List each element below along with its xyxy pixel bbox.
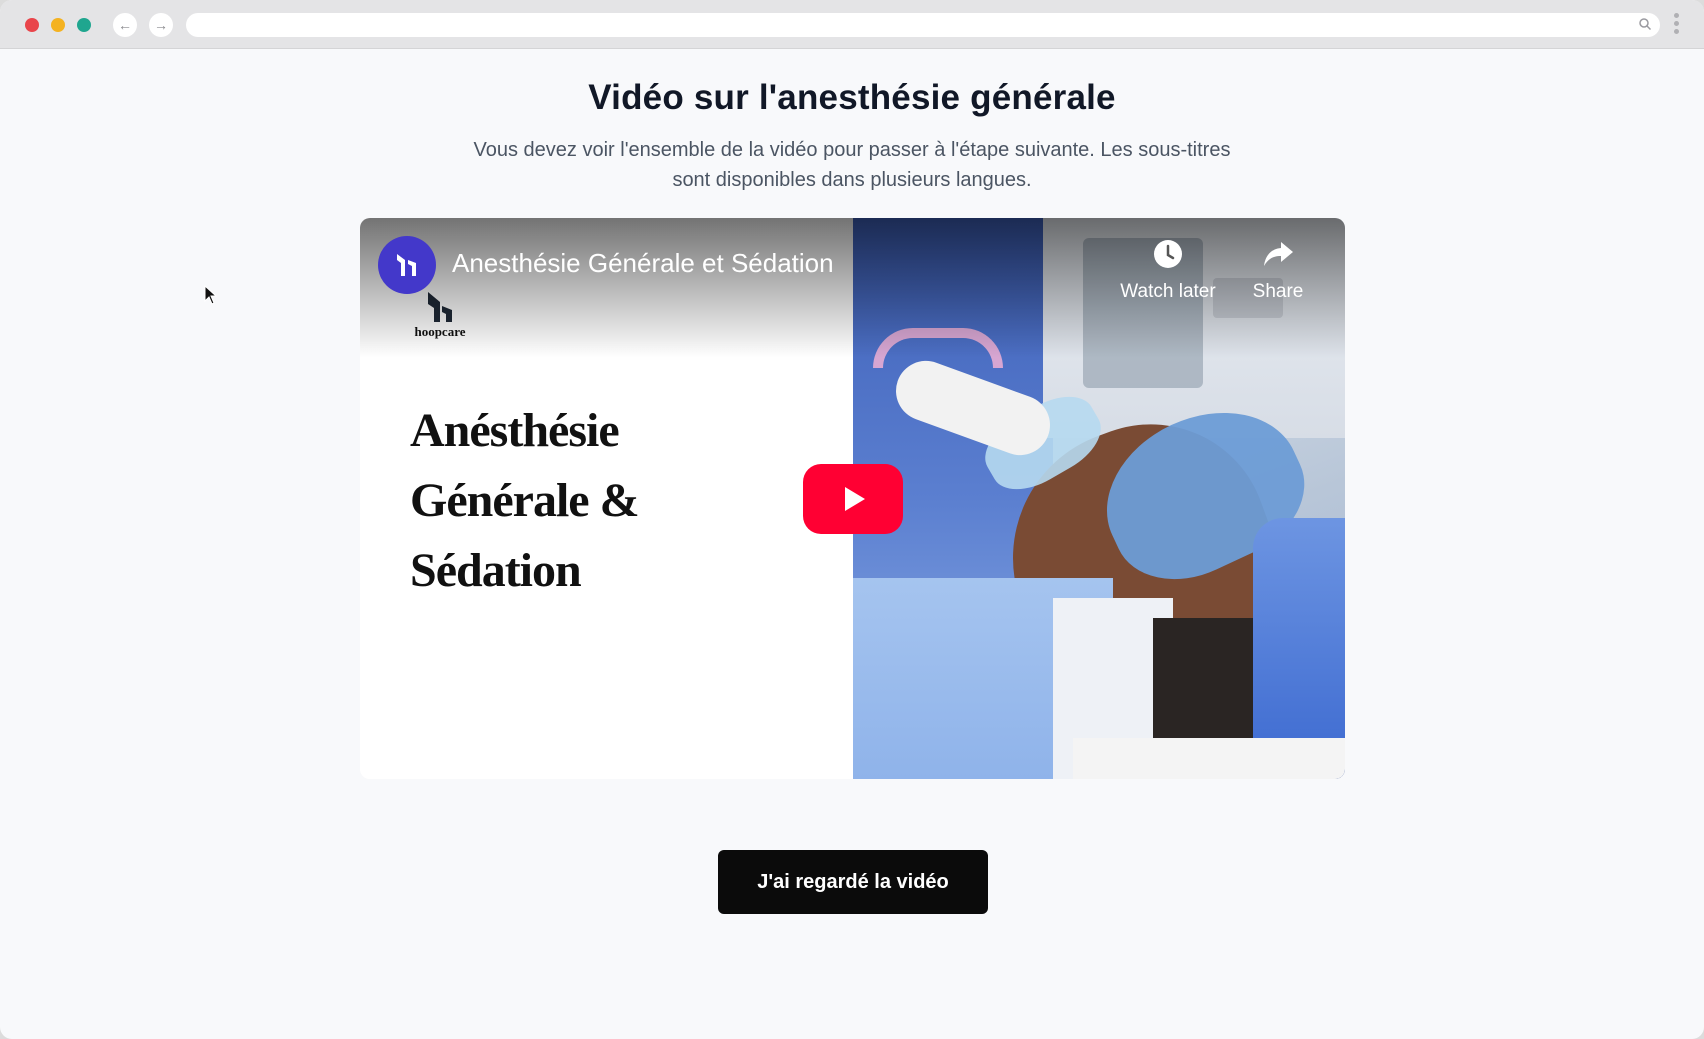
share-arrow-icon <box>1264 242 1293 266</box>
arrow-left-icon: ← <box>118 17 132 33</box>
thumbnail-title: Anésthésie Générale & Sédation <box>410 396 730 606</box>
play-button[interactable] <box>803 464 903 534</box>
close-window-button[interactable] <box>25 18 39 32</box>
video-watched-button[interactable]: J'ai regardé la vidéo <box>718 850 988 914</box>
watch-later-label: Watch later <box>1120 281 1216 302</box>
browser-window: ← → Vidéo sur l'anesthésie générale Vous… <box>0 0 1704 1039</box>
minimize-window-button[interactable] <box>51 18 65 32</box>
arrow-right-icon: → <box>154 17 168 33</box>
share-button[interactable]: Share <box>1218 238 1338 303</box>
play-icon <box>845 487 865 511</box>
watch-later-button[interactable]: Watch later <box>1108 238 1228 303</box>
mouse-cursor-icon <box>204 285 218 305</box>
kebab-menu-icon[interactable] <box>1674 13 1680 37</box>
forward-button[interactable]: → <box>149 13 173 37</box>
page-title: Vidéo sur l'anesthésie générale <box>588 78 1116 117</box>
video-title[interactable]: Anesthésie Générale et Sédation <box>452 248 834 279</box>
back-button[interactable]: ← <box>113 13 137 37</box>
search-icon[interactable] <box>1638 17 1652 31</box>
clock-icon <box>1154 240 1182 268</box>
page-subtitle: Vous devez voir l'ensemble de la vidéo p… <box>473 139 1231 191</box>
hoopcare-logo-icon <box>397 254 416 276</box>
video-player[interactable]: hoopcare Anésthésie Générale & Sédation <box>360 218 1345 779</box>
maximize-window-button[interactable] <box>77 18 91 32</box>
thumbnail-title-line: Sédation <box>410 544 582 597</box>
address-bar[interactable] <box>186 13 1660 37</box>
channel-avatar[interactable] <box>378 236 436 294</box>
browser-toolbar: ← → <box>0 0 1704 49</box>
thumbnail-title-line: Générale & <box>410 474 640 527</box>
thumbnail-title-line: Anésthésie <box>410 404 620 457</box>
share-label: Share <box>1252 281 1304 302</box>
